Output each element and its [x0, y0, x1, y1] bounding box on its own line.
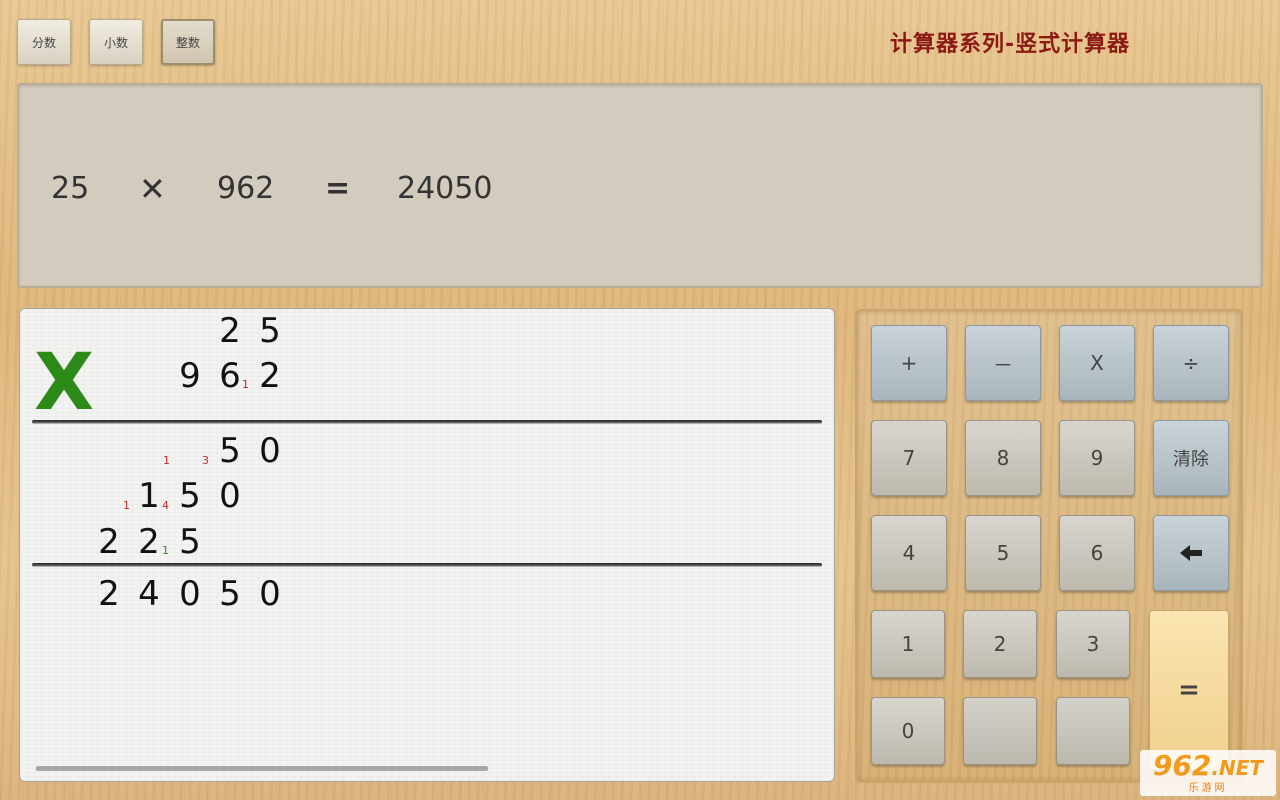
clear-key[interactable]: 清除 — [1153, 420, 1229, 496]
total-digit: 0 — [259, 574, 281, 614]
partial-product-digit: 2 — [98, 522, 120, 562]
plus-key[interactable]: + — [871, 325, 947, 401]
backspace-arrow-icon — [1180, 545, 1202, 561]
total-digit: 5 — [219, 574, 241, 614]
digit-7-key[interactable]: 7 — [871, 420, 947, 496]
result-value: 24050 — [397, 171, 493, 206]
multiply-sign: X — [34, 338, 95, 428]
total-digit: 0 — [179, 574, 201, 614]
multiplier-digit: 9 — [179, 356, 201, 396]
digit-3-key[interactable]: 3 — [1056, 610, 1130, 678]
divider-line — [32, 563, 822, 567]
blank-key[interactable] — [963, 697, 1037, 765]
carry-digit: 1 — [163, 454, 170, 467]
digit-5-key[interactable]: 5 — [965, 515, 1041, 591]
partial-product-digit: 0 — [259, 431, 281, 471]
digit-8-key[interactable]: 8 — [965, 420, 1041, 496]
carry-digit: 1 — [162, 544, 169, 557]
partial-product-digit: 5 — [219, 431, 241, 471]
equals-symbol: = — [325, 171, 351, 206]
multiplier-digit: 2 — [259, 356, 281, 396]
multiplicand-digit: 2 — [219, 311, 241, 351]
keypad: + － X ÷ 7 8 9 清除 4 5 6 1 2 3 = 0 — [855, 309, 1243, 783]
partial-product-digit: 1 — [138, 476, 160, 516]
operand-b: 962 — [217, 171, 275, 206]
carry-digit: 3 — [202, 454, 209, 467]
equals-key[interactable]: = — [1149, 610, 1229, 770]
divide-key[interactable]: ÷ — [1153, 325, 1229, 401]
site-watermark: 962.NET 乐游网 — [1140, 750, 1276, 796]
digit-6-key[interactable]: 6 — [1059, 515, 1135, 591]
decimal-mode-button[interactable]: 小数 — [89, 19, 143, 65]
partial-product-digit: 5 — [179, 522, 201, 562]
carry-digit: 1 — [242, 378, 249, 391]
digit-9-key[interactable]: 9 — [1059, 420, 1135, 496]
vertical-calculation-panel: X 2 5 9 6 1 2 1 3 5 0 1 1 4 5 0 2 2 1 5 … — [19, 308, 835, 782]
carry-digit: 1 — [123, 499, 130, 512]
total-digit: 2 — [98, 574, 120, 614]
digit-2-key[interactable]: 2 — [963, 610, 1037, 678]
fraction-mode-button[interactable]: 分数 — [17, 19, 71, 65]
digit-1-key[interactable]: 1 — [871, 610, 945, 678]
app-title: 计算器系列-竖式计算器 — [890, 32, 1131, 57]
partial-product-digit: 0 — [219, 476, 241, 516]
operand-a: 25 — [51, 171, 90, 206]
partial-product-digit: 5 — [179, 476, 201, 516]
multiplicand-digit: 5 — [259, 311, 281, 351]
watermark-logo: 962.NET — [1152, 749, 1264, 782]
digit-0-key[interactable]: 0 — [871, 697, 945, 765]
blank-key[interactable] — [1056, 697, 1130, 765]
digit-4-key[interactable]: 4 — [871, 515, 947, 591]
partial-product-digit: 2 — [138, 522, 160, 562]
operator-symbol: ✕ — [139, 170, 166, 208]
divider-line — [32, 420, 822, 424]
equation-display: 25 ✕ 962 = 24050 — [17, 83, 1263, 288]
carry-digit: 4 — [162, 499, 169, 512]
multiplier-digit: 6 — [219, 356, 241, 396]
total-digit: 4 — [138, 574, 160, 614]
multiply-key[interactable]: X — [1059, 325, 1135, 401]
integer-mode-button[interactable]: 整数 — [161, 19, 215, 65]
minus-key[interactable]: － — [965, 325, 1041, 401]
backspace-key[interactable] — [1153, 515, 1229, 591]
horizontal-scrollbar[interactable] — [36, 766, 488, 771]
watermark-subtitle: 乐游网 — [1188, 783, 1228, 794]
